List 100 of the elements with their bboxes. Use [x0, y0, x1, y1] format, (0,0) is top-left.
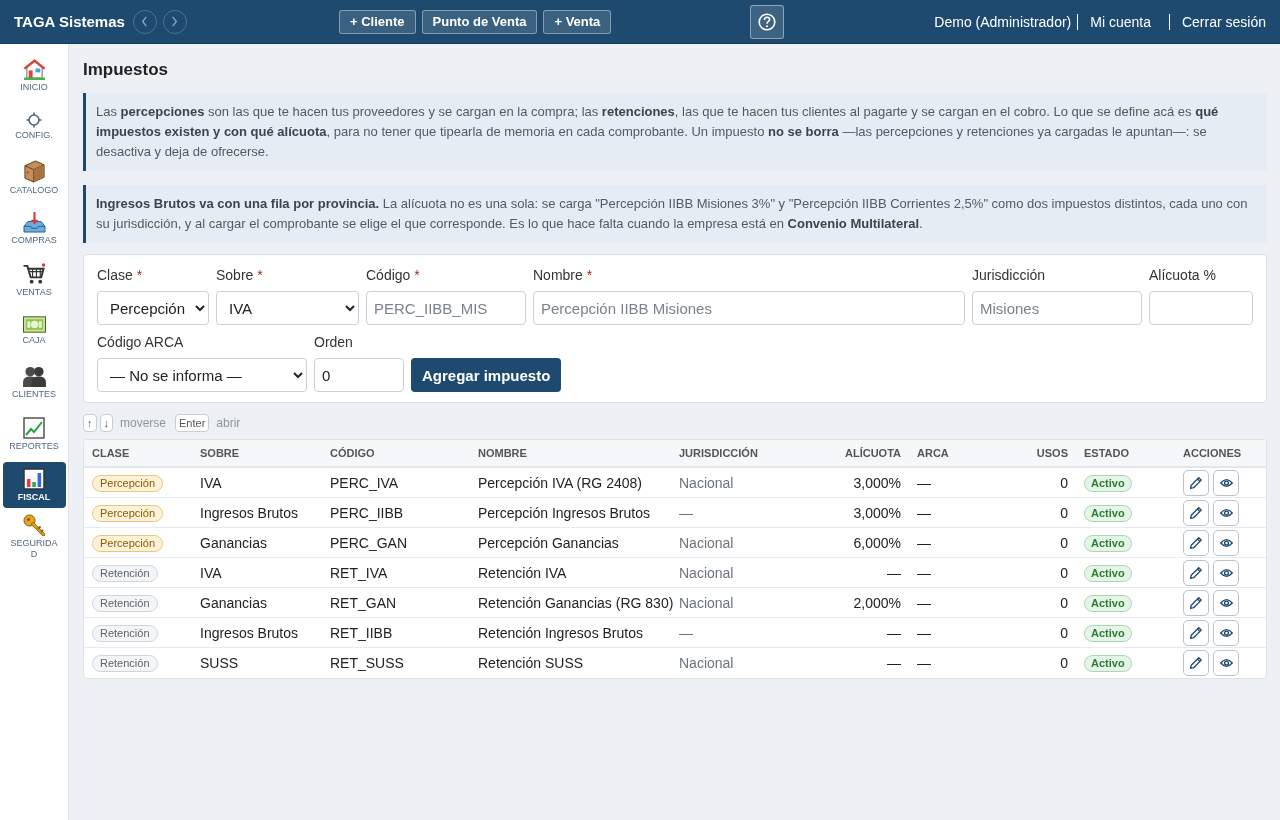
pencil-icon	[1190, 657, 1202, 669]
eye-icon	[1219, 507, 1233, 518]
help-button[interactable]	[750, 4, 785, 39]
edit-button[interactable]	[1183, 469, 1209, 496]
toolbar-button[interactable]: Punto de Venta	[421, 9, 538, 34]
table-cell: —	[909, 498, 999, 528]
sidebar-item[interactable]: FISCAL	[2, 462, 66, 509]
table-cell: PERC_GAN	[322, 528, 470, 558]
table-cell: Nacional	[671, 558, 801, 588]
field-label: Orden	[314, 334, 353, 350]
class-tag: Percepción	[92, 474, 164, 492]
column-header: NOMBRE	[470, 440, 671, 468]
table-cell: —	[671, 498, 801, 528]
sidebar-item[interactable]: CATALOGO	[2, 154, 66, 201]
view-button[interactable]	[1213, 559, 1239, 586]
dropdown[interactable]: — No se informa —	[97, 358, 307, 392]
input-field[interactable]: Misiones	[972, 291, 1142, 325]
table-cell: 3,000%	[801, 498, 909, 528]
sidebar-item[interactable]: CONFIG.	[2, 103, 66, 150]
dropdown[interactable]: Percepción	[97, 291, 209, 325]
sidebar-item[interactable]: COMPRAS	[2, 205, 66, 252]
table-cell: 0	[999, 588, 1076, 618]
user-name: Demo (Administrador)	[934, 13, 1072, 30]
edit-button[interactable]	[1183, 499, 1209, 526]
status-tag: Activo	[1084, 564, 1132, 582]
pencil-icon	[1190, 566, 1202, 579]
column-header: SOBRE	[192, 440, 322, 468]
field-label: Clase	[97, 267, 133, 283]
table-cell: 3,000%	[801, 468, 909, 498]
table-cell: Percepción Ganancias	[470, 528, 671, 558]
sidebar-item[interactable]: CAJA	[2, 308, 66, 355]
sidebar-item[interactable]: INICIO	[2, 52, 66, 98]
edit-button[interactable]	[1183, 650, 1209, 676]
table-cell: 0	[999, 528, 1076, 558]
class-tag: Percepción	[92, 504, 164, 522]
page-title: Impuestos	[83, 60, 170, 80]
table-cell: 0	[999, 468, 1076, 498]
table-cell: Percepción IVA (RG 2408)	[470, 468, 671, 498]
add-tax-button[interactable]: Agregar impuesto	[411, 358, 562, 392]
dropdown[interactable]: IVA	[216, 291, 359, 325]
table-cell-text: Retención SUSS	[477, 654, 585, 673]
table-cell: Retención Ingresos Brutos	[470, 618, 671, 648]
input-field[interactable]: 0	[314, 358, 404, 392]
edit-button[interactable]	[1183, 589, 1209, 616]
pencil-icon	[1190, 506, 1202, 519]
view-button[interactable]	[1213, 619, 1239, 646]
table-cell: —	[909, 468, 999, 498]
toolbar-button[interactable]: + Venta	[543, 9, 612, 34]
toolbar-button[interactable]: + Cliente	[339, 9, 416, 34]
info-note: Las percepciones son las que te hacen tus proveedores y se cargan en la compra; las retenciones, las que te hacen tus clientes al pagarte y se cargan en el cobro. Lo que se define acá es qué impuestos existen y con qué alícuota, para no tener que tipearla de memoria en cada comprobante. Un impuesto no se borra —las percepciones y retenciones ya cargadas le apuntan—: se desactiva y deja de ofrecerse.	[83, 93, 1267, 171]
class-tag: Retención	[92, 594, 158, 612]
chevron-left-icon	[141, 16, 149, 27]
tray-icon	[22, 211, 46, 233]
view-button[interactable]	[1213, 469, 1239, 496]
sidebar-item[interactable]: SEGURIDAD	[2, 513, 66, 560]
table-cell: RET_IVA	[322, 558, 470, 588]
class-tag: Percepción	[92, 534, 164, 552]
class-tag: Retención	[92, 564, 158, 582]
field-label: Jurisdicción	[972, 267, 1046, 283]
edit-button[interactable]	[1183, 619, 1209, 646]
input-field[interactable]: PERC_IIBB_MIS	[366, 291, 526, 325]
sidebar-item[interactable]: CLIENTES	[2, 359, 66, 406]
table-cell: Retención Ganancias (RG 830)	[470, 588, 671, 618]
sidebar-item[interactable]: REPORTES	[2, 411, 66, 458]
banknote-icon	[22, 316, 46, 334]
view-button[interactable]	[1213, 529, 1239, 556]
key-cap: ↑	[83, 414, 97, 432]
table-cell: 6,000%	[801, 528, 909, 558]
edit-button[interactable]	[1183, 559, 1209, 586]
edit-button[interactable]	[1183, 529, 1209, 556]
status-tag: Activo	[1084, 534, 1132, 552]
view-button[interactable]	[1213, 650, 1239, 676]
status-tag: Activo	[1084, 594, 1132, 612]
view-button[interactable]	[1213, 589, 1239, 616]
required-mark: *	[257, 267, 263, 283]
field-label: Nombre	[533, 267, 583, 283]
table-cell: Nacional	[671, 528, 801, 558]
chevron-right-icon	[171, 16, 179, 27]
table-cell: RET_IIBB	[322, 618, 470, 648]
input-field[interactable]	[1149, 291, 1253, 325]
hint-text: abrir	[216, 416, 241, 430]
header-link[interactable]: Mi cuenta	[1090, 13, 1151, 30]
house-icon	[22, 57, 46, 80]
table-cell: Percepción Ingresos Brutos	[470, 498, 671, 528]
view-button[interactable]	[1213, 499, 1239, 526]
sidebar-item[interactable]: VENTAS	[2, 257, 66, 304]
hint-text: moverse	[120, 416, 166, 430]
header-link[interactable]: Cerrar sesión	[1181, 13, 1266, 30]
table-cell-text: —	[886, 654, 902, 673]
table-cell-text: 0	[1059, 654, 1069, 673]
table-cell: 0	[999, 498, 1076, 528]
column-header: ACCIONES	[1175, 440, 1266, 468]
required-mark: *	[414, 267, 420, 283]
brand-name: TAGA Sistemas	[14, 13, 125, 30]
table-cell-text: RET_SUSS	[329, 654, 405, 673]
table-cell: —	[909, 588, 999, 618]
table-cell: Retención IVA	[470, 558, 671, 588]
input-field[interactable]: Percepción IIBB Misiones	[533, 291, 965, 325]
eye-icon	[1219, 567, 1233, 578]
table-cell: IVA	[192, 558, 322, 588]
